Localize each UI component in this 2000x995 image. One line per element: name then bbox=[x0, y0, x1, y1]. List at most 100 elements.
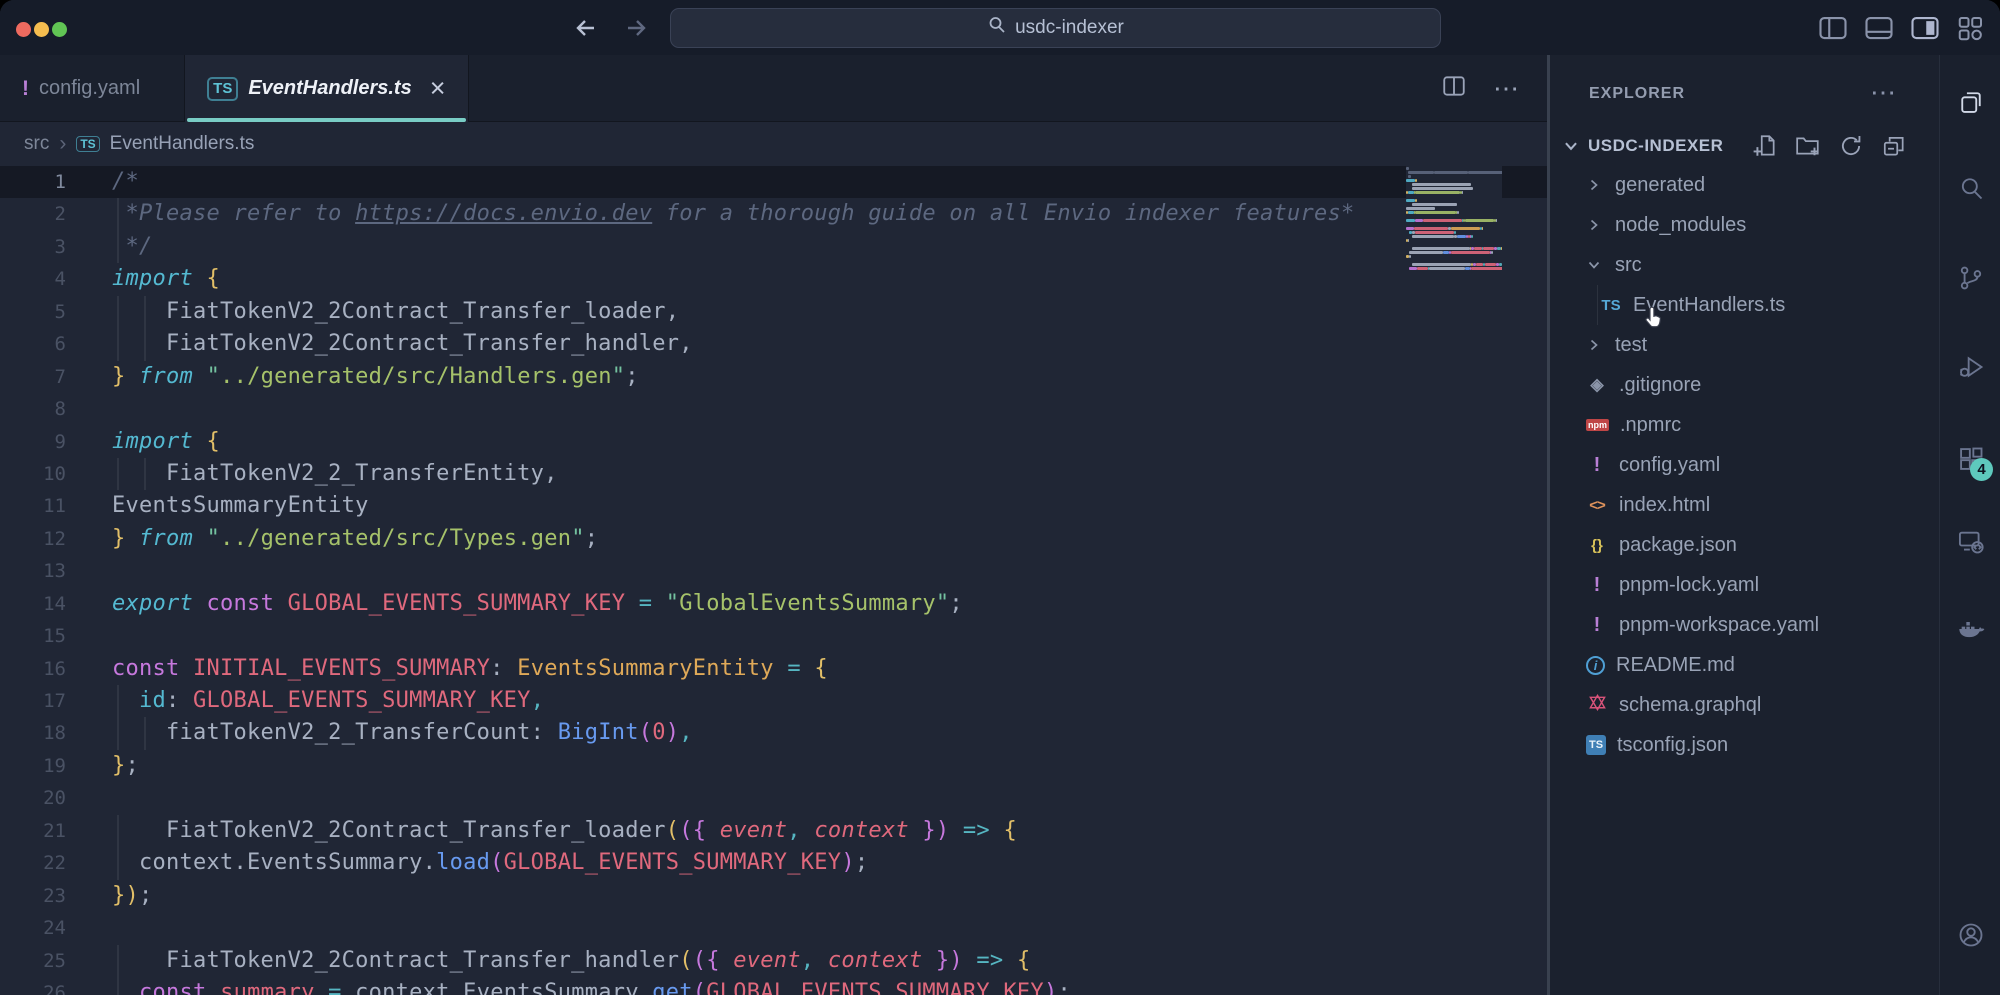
refresh-icon[interactable] bbox=[1838, 133, 1864, 159]
code-line[interactable]: 1/* bbox=[0, 166, 1547, 198]
toggle-primary-sidebar-icon[interactable] bbox=[1818, 14, 1848, 42]
indent-guide bbox=[117, 685, 119, 717]
tree-item-label: tsconfig.json bbox=[1617, 734, 1728, 757]
code-line[interactable]: 18 fiatTokenV2_2_TransferCount: BigInt(0… bbox=[0, 717, 1547, 749]
tree-file-readme-md[interactable]: iREADME.md bbox=[1550, 645, 1939, 685]
explorer-view-icon[interactable] bbox=[1957, 88, 1985, 116]
customize-layout-icon[interactable] bbox=[1956, 14, 1986, 42]
code-line[interactable]: 6 FiatTokenV2_2Contract_Transfer_handler… bbox=[0, 328, 1547, 360]
tree-file-eventhandlers-ts[interactable]: TSEventHandlers.ts bbox=[1550, 285, 1939, 325]
json-file-icon: {} bbox=[1586, 537, 1608, 554]
run-debug-icon[interactable] bbox=[1957, 353, 1985, 381]
code-line[interactable]: 25 FiatTokenV2_2Contract_Transfer_handle… bbox=[0, 945, 1547, 977]
code-editor[interactable]: 1/*2 *Please refer to https://docs.envio… bbox=[0, 166, 1547, 995]
traffic-light-zoom[interactable] bbox=[52, 22, 67, 37]
line-number: 14 bbox=[0, 588, 80, 620]
tab-eventhandlers-ts[interactable]: TS EventHandlers.ts × bbox=[184, 55, 468, 122]
code-text: /* bbox=[112, 166, 139, 198]
new-file-icon[interactable] bbox=[1752, 133, 1778, 159]
code-line[interactable]: 26 const summary = context.EventsSummary… bbox=[0, 977, 1547, 995]
code-line[interactable]: 9import { bbox=[0, 426, 1547, 458]
docker-icon[interactable] bbox=[1957, 615, 1985, 643]
line-number: 6 bbox=[0, 328, 80, 360]
toggle-secondary-sidebar-icon[interactable] bbox=[1910, 14, 1940, 42]
command-center-search[interactable]: usdc-indexer bbox=[670, 8, 1441, 48]
back-arrow-icon[interactable] bbox=[570, 13, 604, 43]
tree-folder-test[interactable]: test bbox=[1550, 325, 1939, 365]
code-line[interactable]: 5 FiatTokenV2_2Contract_Transfer_loader, bbox=[0, 296, 1547, 328]
search-view-icon[interactable] bbox=[1957, 174, 1985, 202]
line-number: 12 bbox=[0, 523, 80, 555]
code-line[interactable]: 24 bbox=[0, 912, 1547, 944]
close-icon[interactable]: × bbox=[430, 73, 446, 104]
code-line[interactable]: 19}; bbox=[0, 750, 1547, 782]
minimap[interactable] bbox=[1406, 166, 1502, 278]
tree-file-schema-graphql[interactable]: schema.graphql bbox=[1550, 685, 1939, 725]
breadcrumb-file[interactable]: EventHandlers.ts bbox=[110, 133, 255, 155]
code-text: FiatTokenV2_2_TransferEntity, bbox=[112, 458, 558, 490]
tree-file-pnpm-workspace-yaml[interactable]: !pnpm-workspace.yaml bbox=[1550, 605, 1939, 645]
code-line[interactable]: 23}); bbox=[0, 880, 1547, 912]
code-line[interactable]: 14export const GLOBAL_EVENTS_SUMMARY_KEY… bbox=[0, 588, 1547, 620]
tree-folder-node-modules[interactable]: node_modules bbox=[1550, 205, 1939, 245]
chevron-down-icon bbox=[1586, 256, 1604, 274]
code-line[interactable]: 4import { bbox=[0, 263, 1547, 295]
breadcrumb[interactable]: src › TS EventHandlers.ts bbox=[0, 122, 1547, 166]
tree-item-label: pnpm-workspace.yaml bbox=[1619, 614, 1819, 637]
code-line[interactable]: 7} from "../generated/src/Handlers.gen"; bbox=[0, 361, 1547, 393]
activity-bar: 4 bbox=[1939, 55, 2000, 995]
code-line[interactable]: 13 bbox=[0, 555, 1547, 587]
tree-file--npmrc[interactable]: npm.npmrc bbox=[1550, 405, 1939, 445]
tree-folder-generated[interactable]: generated bbox=[1550, 165, 1939, 205]
tree-file-index-html[interactable]: <>index.html bbox=[1550, 485, 1939, 525]
account-icon[interactable] bbox=[1957, 921, 1985, 949]
traffic-light-minimize[interactable] bbox=[34, 22, 49, 37]
tree-file-tsconfig-json[interactable]: TStsconfig.json bbox=[1550, 725, 1939, 765]
tree-item-label: README.md bbox=[1616, 654, 1735, 677]
tree-file--gitignore[interactable]: ◈.gitignore bbox=[1550, 365, 1939, 405]
line-number: 2 bbox=[0, 198, 80, 230]
code-line[interactable]: 15 bbox=[0, 620, 1547, 652]
split-editor-icon[interactable] bbox=[1441, 74, 1467, 103]
tree-item-label: index.html bbox=[1619, 494, 1710, 517]
code-line[interactable]: 22 context.EventsSummary.load(GLOBAL_EVE… bbox=[0, 847, 1547, 879]
yaml-file-icon: ! bbox=[1586, 574, 1608, 597]
source-control-icon[interactable] bbox=[1957, 264, 1985, 292]
code-line[interactable]: 3 */ bbox=[0, 231, 1547, 263]
code-line[interactable]: 20 bbox=[0, 782, 1547, 814]
tab-config-yaml[interactable]: ! config.yaml bbox=[0, 55, 162, 122]
code-line[interactable]: 10 FiatTokenV2_2_TransferEntity, bbox=[0, 458, 1547, 490]
tree-file-package-json[interactable]: {}package.json bbox=[1550, 525, 1939, 565]
more-actions-icon[interactable]: ⋯ bbox=[1493, 73, 1519, 104]
line-number: 25 bbox=[0, 945, 80, 977]
indent-guide bbox=[117, 231, 119, 263]
tree-file-config-yaml[interactable]: !config.yaml bbox=[1550, 445, 1939, 485]
breadcrumb-folder[interactable]: src bbox=[24, 133, 49, 155]
tree-item-label: generated bbox=[1615, 174, 1705, 197]
toggle-panel-icon[interactable] bbox=[1864, 14, 1894, 42]
line-number: 13 bbox=[0, 555, 80, 587]
line-number: 15 bbox=[0, 620, 80, 652]
code-text: EventsSummaryEntity bbox=[112, 490, 369, 522]
code-line[interactable]: 17 id: GLOBAL_EVENTS_SUMMARY_KEY, bbox=[0, 685, 1547, 717]
remote-explorer-icon[interactable] bbox=[1957, 528, 1985, 556]
code-text: }); bbox=[112, 880, 153, 912]
tree-folder-src[interactable]: src bbox=[1550, 245, 1939, 285]
tree-file-pnpm-lock-yaml[interactable]: !pnpm-lock.yaml bbox=[1550, 565, 1939, 605]
code-line[interactable]: 2 *Please refer to https://docs.envio.de… bbox=[0, 198, 1547, 230]
forward-arrow-icon[interactable] bbox=[618, 13, 652, 43]
code-line[interactable]: 12} from "../generated/src/Types.gen"; bbox=[0, 523, 1547, 555]
code-line[interactable]: 11EventsSummaryEntity bbox=[0, 490, 1547, 522]
extensions-icon[interactable]: 4 bbox=[1957, 445, 1985, 473]
code-line[interactable]: 21 FiatTokenV2_2Contract_Transfer_loader… bbox=[0, 815, 1547, 847]
collapse-all-icon[interactable] bbox=[1881, 133, 1907, 159]
code-line[interactable]: 8 bbox=[0, 393, 1547, 425]
chevron-right-icon bbox=[1586, 216, 1604, 234]
code-text: const summary = context.EventsSummary.ge… bbox=[112, 977, 1071, 995]
new-folder-icon[interactable] bbox=[1795, 133, 1821, 159]
indent-guide bbox=[117, 977, 119, 995]
more-actions-icon[interactable]: ⋯ bbox=[1870, 77, 1896, 108]
code-line[interactable]: 16const INITIAL_EVENTS_SUMMARY: EventsSu… bbox=[0, 653, 1547, 685]
project-section-header[interactable]: USDC-INDEXER bbox=[1550, 128, 1939, 164]
traffic-light-close[interactable] bbox=[16, 22, 31, 37]
